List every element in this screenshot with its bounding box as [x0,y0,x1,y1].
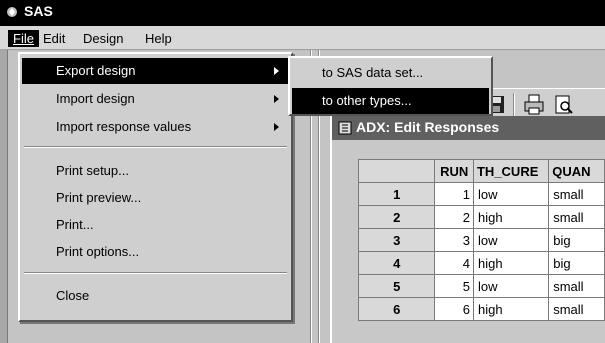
menu-item-label: Import design [56,91,135,106]
toolbar-separator [513,93,515,117]
row-header[interactable]: 3 [357,228,436,252]
subwindow-title: ADX: Edit Responses [356,119,500,135]
menu-item-print-options[interactable]: Print options... [22,239,289,265]
menu-item-export-design[interactable]: Export design [22,58,289,84]
left-frame-edge [0,50,8,343]
file-menu-dropdown: Export design Import design Import respo… [18,52,293,322]
print-preview-icon[interactable] [552,93,576,117]
menu-item-import-design[interactable]: Import design [22,86,289,112]
table-row: 1 1 low small [357,182,605,206]
cell-run[interactable]: 4 [434,251,474,275]
cell-quan[interactable]: small [548,205,605,229]
export-design-submenu: to SAS data set... to other types... [288,56,493,116]
cell-th-cure[interactable]: high [472,205,550,229]
cell-th-cure[interactable]: high [472,251,550,275]
row-header[interactable]: 2 [357,205,436,229]
menu-separator [24,272,287,274]
sas-app-icon[interactable] [6,6,18,18]
menu-file[interactable]: File [8,30,39,47]
row-header[interactable]: 4 [357,251,436,275]
cell-run[interactable]: 3 [434,228,474,252]
table-row: 2 2 high small [357,205,605,229]
subwindow-title-bar[interactable]: ADX: Edit Responses [332,116,605,140]
menu-item-print-preview[interactable]: Print preview... [22,185,289,211]
row-header[interactable]: 1 [357,182,436,206]
submenu-arrow-icon [274,123,279,131]
menu-bar: File Edit Design Help [0,26,605,50]
cell-th-cure[interactable]: low [472,274,550,298]
table-row: 6 6 high small [357,297,605,321]
window-title: SAS [24,3,53,19]
cell-th-cure[interactable]: low [472,182,550,206]
menu-item-close[interactable]: Close [22,283,289,309]
window-icon [338,121,352,135]
menu-separator [24,146,287,148]
menu-help[interactable]: Help [140,30,177,47]
grid-corner-cell[interactable] [357,159,436,183]
menu-item-print-setup[interactable]: Print setup... [22,158,289,184]
submenu-arrow-icon [274,95,279,103]
column-header-quan[interactable]: QUAN [548,159,605,183]
menu-item-label: Import response values [56,119,192,134]
table-row: 5 5 low small [357,274,605,298]
cell-quan[interactable]: small [548,274,605,298]
menu-file-label: File [13,31,34,46]
cell-th-cure[interactable]: high [472,297,550,321]
menu-item-import-response-values[interactable]: Import response values [22,114,289,140]
cell-quan[interactable]: small [548,182,605,206]
grid-header-row: RUN TH_CURE QUAN [357,159,605,183]
cell-run[interactable]: 5 [434,274,474,298]
responses-grid: RUN TH_CURE QUAN 1 1 low small 2 2 high … [357,159,605,321]
menu-item-print[interactable]: Print... [22,212,289,238]
cell-quan[interactable]: small [548,297,605,321]
column-header-run[interactable]: RUN [434,159,474,183]
menu-design[interactable]: Design [78,30,128,47]
menu-item-to-sas-data-set[interactable]: to SAS data set... [292,60,489,86]
cell-quan[interactable]: big [548,228,605,252]
menu-item-to-other-types[interactable]: to other types... [292,88,489,114]
column-header-th-cure[interactable]: TH_CURE [472,159,550,183]
table-row: 4 4 high big [357,251,605,275]
menu-item-label: Export design [56,63,136,78]
menu-edit[interactable]: Edit [38,30,70,47]
title-bar: SAS [0,0,605,26]
table-row: 3 3 low big [357,228,605,252]
submenu-arrow-icon [274,67,279,75]
row-header[interactable]: 6 [357,297,436,321]
row-header[interactable]: 5 [357,274,436,298]
cell-quan[interactable]: big [548,251,605,275]
print-icon[interactable] [522,93,546,117]
cell-run[interactable]: 2 [434,205,474,229]
cell-run[interactable]: 1 [434,182,474,206]
cell-run[interactable]: 6 [434,297,474,321]
cell-th-cure[interactable]: low [472,228,550,252]
